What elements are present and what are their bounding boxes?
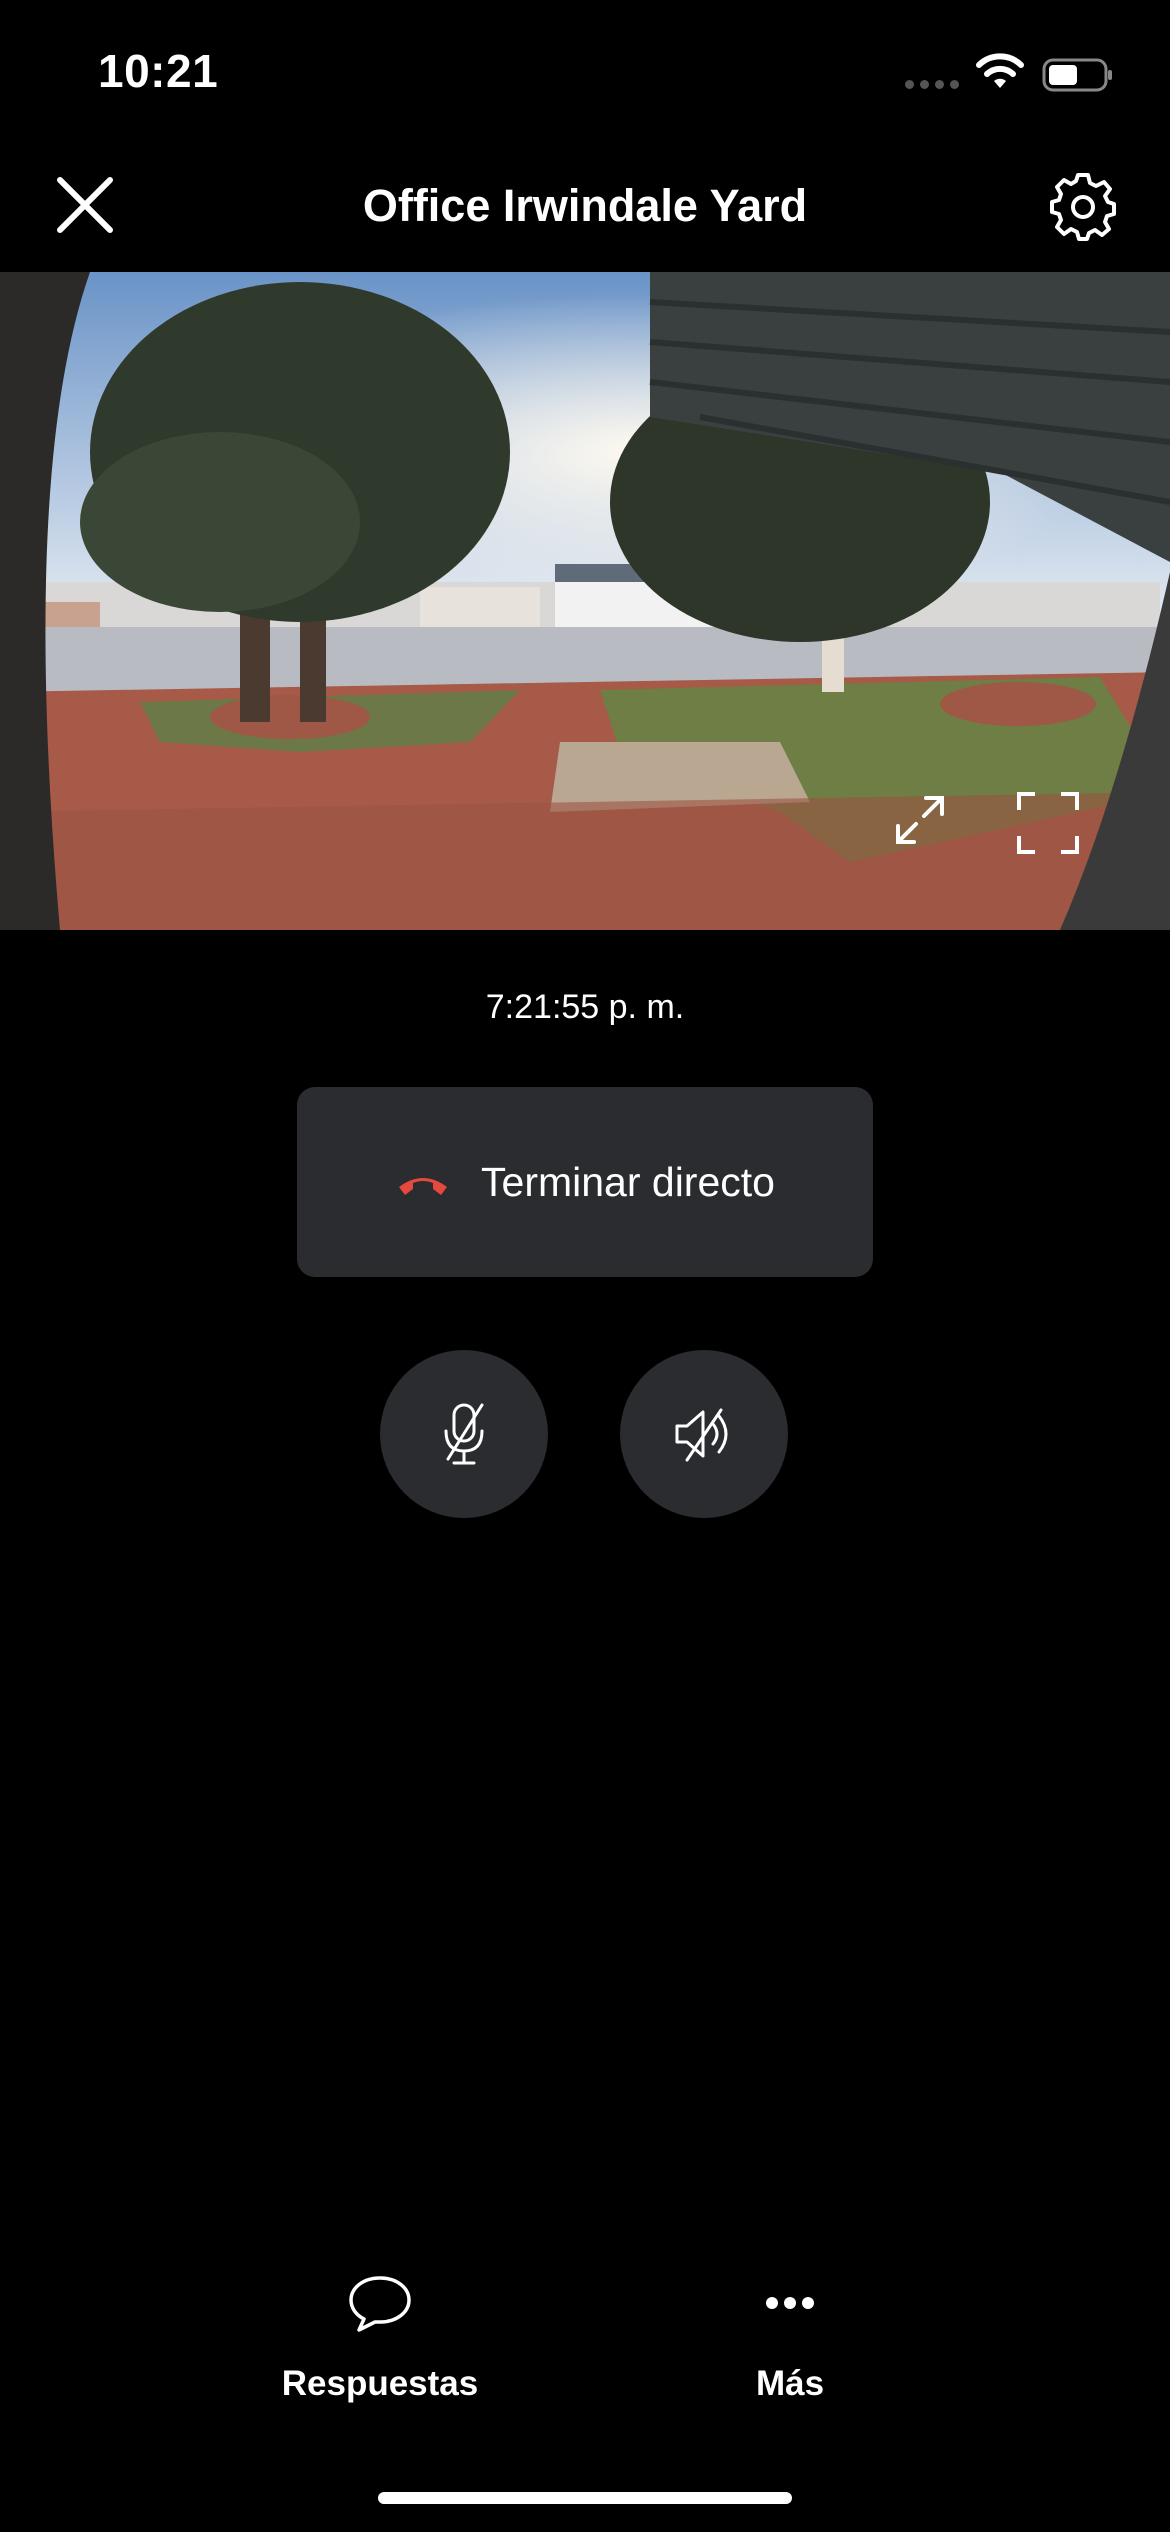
microphone-muted-icon [444,1403,484,1465]
end-live-button[interactable]: Terminar directo [297,1087,873,1277]
speaker-toggle-button[interactable] [620,1350,788,1518]
nav-replies-label: Respuestas [281,2364,479,2403]
end-live-label: Terminar directo [481,1158,775,1205]
status-bar: 10:21 [0,0,1170,140]
battery-icon [1042,58,1112,92]
camera-scene [0,272,1170,930]
video-timestamp: 7:21:55 p. m. [485,988,685,1026]
page-title: Office Irwindale Yard [362,180,808,231]
fullscreen-icon[interactable] [1015,790,1081,856]
nav-more[interactable]: Más [640,2268,940,2428]
nav-replies[interactable]: Respuestas [230,2268,530,2428]
gear-icon[interactable] [1048,172,1118,242]
status-time: 10:21 [98,45,219,97]
expand-icon[interactable] [890,790,950,850]
wifi-icon [976,53,1024,88]
speaker-muted-icon [675,1408,728,1462]
home-indicator[interactable] [378,2492,792,2504]
end-call-icon [399,1178,448,1195]
nav-more-label: Más [755,2364,825,2403]
speech-bubble-icon [349,2276,411,2332]
microphone-toggle-button[interactable] [380,1350,548,1518]
live-video-feed[interactable] [0,272,1170,930]
more-dots-icon [766,2297,814,2309]
cellular-signal-icon [905,80,961,90]
